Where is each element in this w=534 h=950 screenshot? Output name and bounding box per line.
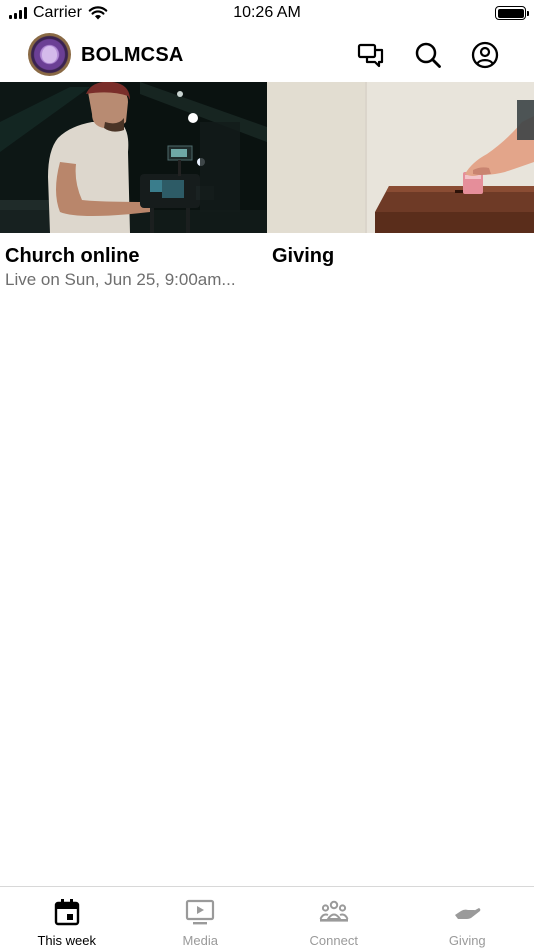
tab-giving[interactable]: Giving xyxy=(401,887,534,950)
tab-this-week[interactable]: This week xyxy=(0,887,134,950)
avatar[interactable] xyxy=(28,33,71,76)
tv-play-icon xyxy=(185,898,215,926)
tab-label: Giving xyxy=(448,933,486,948)
card-title: Giving xyxy=(272,245,335,267)
status-time: 10:26 AM xyxy=(233,4,301,21)
content-cards: Church online Live on Sun, Jun 25, 9:00a… xyxy=(0,82,534,291)
search-icon[interactable] xyxy=(413,40,443,70)
donation-box-photo xyxy=(267,82,534,233)
tab-connect[interactable]: Connect xyxy=(267,887,401,950)
calendar-icon xyxy=(52,898,82,926)
tab-label: Connect xyxy=(309,933,358,948)
church-camera-photo xyxy=(0,82,267,233)
tab-media[interactable]: Media xyxy=(134,887,268,950)
tab-label: This week xyxy=(37,933,97,948)
giving-image xyxy=(267,82,534,233)
tab-bar: This week Media Connect Giving xyxy=(0,886,534,950)
card-subtitle: Live on Sun, Jun 25, 9:00am... xyxy=(5,270,236,289)
status-bar: Carrier 10:26 AM xyxy=(0,0,534,28)
people-group-icon xyxy=(319,898,349,926)
hand-icon xyxy=(452,898,482,926)
card-title: Church online xyxy=(5,245,140,267)
battery-icon xyxy=(495,6,529,20)
tab-label: Media xyxy=(182,933,218,948)
profile-icon[interactable] xyxy=(470,40,500,70)
card-giving[interactable]: Giving xyxy=(267,82,534,291)
chat-icon[interactable] xyxy=(356,40,386,70)
brand-name: BOLMCSA xyxy=(81,44,184,66)
app-header: BOLMCSA xyxy=(0,28,534,82)
card-church-online[interactable]: Church online Live on Sun, Jun 25, 9:00a… xyxy=(0,82,267,291)
church-online-image xyxy=(0,82,267,233)
